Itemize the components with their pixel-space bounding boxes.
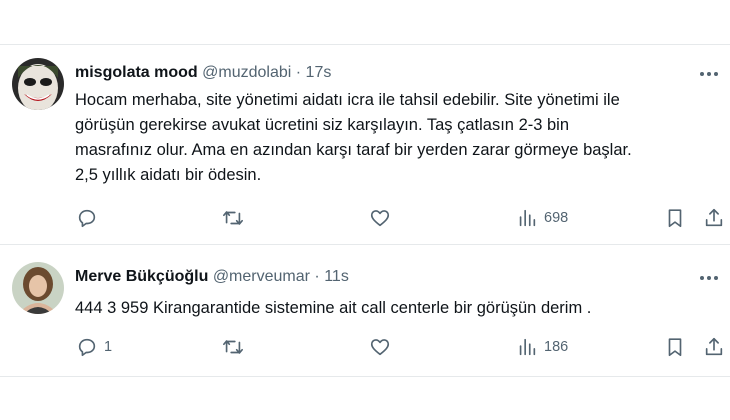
tweet[interactable]: misgolata mood @muzdolabi · 17s Hocam me… bbox=[0, 44, 730, 244]
reply-icon bbox=[78, 338, 96, 357]
bookmark-icon bbox=[668, 338, 682, 357]
like-button[interactable] bbox=[369, 335, 397, 359]
reply-button[interactable]: 1 bbox=[76, 335, 112, 359]
author-name[interactable]: Merve Bükçüoğlu bbox=[75, 268, 208, 285]
share-button[interactable] bbox=[703, 335, 725, 359]
tweet-header: misgolata mood @muzdolabi · 17s bbox=[75, 64, 331, 82]
tweet-text: Hocam merhaba, site yönetimi aidatı icra… bbox=[75, 88, 725, 188]
retweet-icon bbox=[223, 340, 243, 354]
tweet-text-line: görüşün gerekirse avukat ücretini siz ka… bbox=[75, 116, 570, 134]
more-icon[interactable] bbox=[696, 268, 722, 288]
share-button[interactable] bbox=[703, 206, 725, 230]
views-button[interactable]: 186 bbox=[516, 335, 568, 359]
like-button[interactable] bbox=[369, 206, 397, 230]
author-handle[interactable]: @merveumar bbox=[213, 268, 310, 285]
avatar[interactable] bbox=[12, 58, 64, 110]
bookmark-button[interactable] bbox=[664, 335, 686, 359]
reply-icon bbox=[78, 209, 96, 228]
retweet-button[interactable] bbox=[222, 335, 250, 359]
tweet-text-line: Hocam merhaba, site yönetimi aidatı icra… bbox=[75, 91, 620, 109]
tweet-text: 444 3 959 Kirangarantide sistemine ait c… bbox=[75, 296, 725, 321]
view-count: 186 bbox=[544, 339, 569, 355]
timestamp[interactable]: 11s bbox=[324, 268, 349, 285]
tweet-text-line: masrafınız olur. Ama en azından karşı ta… bbox=[75, 141, 632, 159]
tweet-text-line: 2,5 yıllık aidatı bir ödesin. bbox=[75, 166, 262, 184]
heart-icon bbox=[370, 339, 390, 356]
views-icon bbox=[519, 209, 536, 227]
views-icon bbox=[519, 338, 536, 356]
view-count: 698 bbox=[544, 210, 569, 226]
bottom-divider bbox=[0, 376, 730, 377]
timestamp[interactable]: 17s bbox=[306, 64, 332, 81]
reply-button[interactable] bbox=[76, 206, 104, 230]
author-handle[interactable]: @muzdolabi bbox=[202, 64, 291, 81]
action-bar: 1 186 bbox=[0, 335, 730, 359]
share-icon bbox=[705, 208, 723, 227]
action-bar: 698 bbox=[0, 206, 730, 230]
tweet-header: Merve Bükçüoğlu @merveumar · 11s bbox=[75, 268, 349, 286]
author-name[interactable]: misgolata mood bbox=[75, 64, 198, 81]
reply-count: 1 bbox=[104, 339, 113, 355]
heart-icon bbox=[370, 210, 390, 227]
share-icon bbox=[705, 337, 723, 356]
bookmark-icon bbox=[668, 209, 682, 228]
separator: · bbox=[314, 268, 320, 285]
retweet-icon bbox=[223, 211, 243, 225]
separator: · bbox=[295, 64, 302, 81]
tweet[interactable]: Merve Bükçüoğlu @merveumar · 11s 444 3 9… bbox=[0, 244, 730, 376]
avatar[interactable] bbox=[12, 262, 64, 314]
more-icon[interactable] bbox=[696, 64, 722, 84]
bookmark-button[interactable] bbox=[664, 206, 686, 230]
retweet-button[interactable] bbox=[222, 206, 250, 230]
tweet-text-line: 444 3 959 Kirangarantide sistemine ait c… bbox=[75, 299, 592, 317]
views-button[interactable]: 698 bbox=[516, 206, 568, 230]
